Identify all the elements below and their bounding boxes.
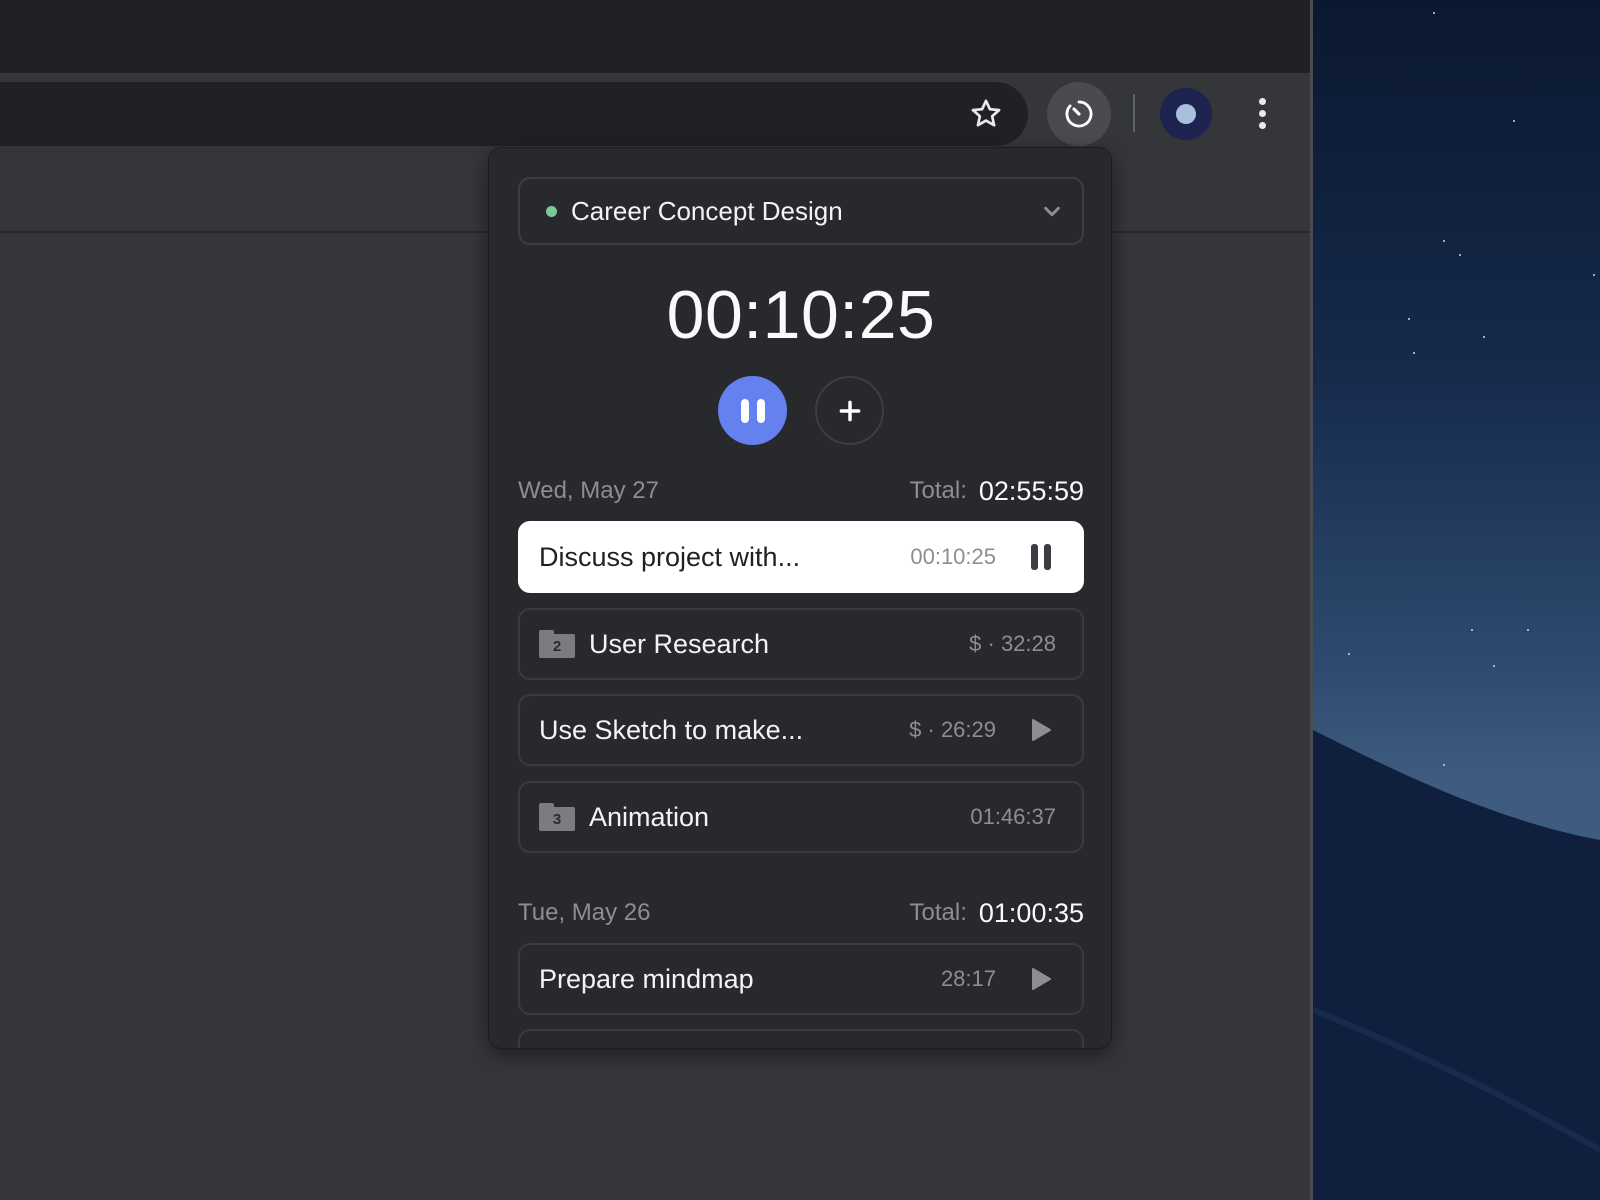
entry-pause-button[interactable]: [1026, 542, 1056, 572]
chevron-down-icon: [1040, 199, 1064, 223]
entry-title: Prepare mindmap: [539, 963, 754, 994]
project-name: Career Concept Design: [571, 195, 843, 226]
time-entry[interactable]: Use Sketch to make... $ · 26:29: [518, 694, 1084, 766]
day-total-value: 01:00:35: [978, 897, 1084, 928]
pause-icon: [1031, 544, 1051, 570]
entry-time: $ · 32:28: [969, 631, 1056, 656]
timer-popup: Career Concept Design 00:10:25 Wed, May …: [488, 147, 1112, 1049]
time-entry-active[interactable]: Discuss project with... 00:10:25: [518, 521, 1084, 593]
pause-icon: [740, 398, 749, 423]
profile-avatar[interactable]: [1160, 88, 1212, 140]
browser-menu-icon[interactable]: [1250, 91, 1274, 135]
tab-strip: [0, 0, 1310, 73]
time-entry-group[interactable]: 3 Animation 01:46:37: [518, 781, 1084, 853]
day-total-label: Total:: [909, 899, 967, 926]
play-icon: [1032, 968, 1051, 990]
folder-icon: 2: [539, 630, 575, 658]
timer-extension-button[interactable]: [1047, 82, 1111, 146]
play-icon: [1032, 719, 1051, 741]
project-selector[interactable]: Career Concept Design: [518, 177, 1084, 245]
day-total-label: Total:: [909, 477, 967, 504]
day-header: Wed, May 27 Total: 02:55:59: [518, 474, 1084, 508]
entry-time: 01:46:37: [970, 804, 1056, 829]
entry-title: Animation: [589, 801, 710, 832]
day-header: Tue, May 26 Total: 01:00:35: [518, 896, 1084, 930]
stopwatch-icon: [1065, 100, 1093, 128]
entry-title: User Research: [589, 628, 770, 659]
entry-play-button[interactable]: [1026, 964, 1056, 994]
bookmark-star-icon[interactable]: [966, 94, 1006, 134]
plus-icon: [839, 400, 860, 421]
desktop-wallpaper: [1313, 0, 1600, 1200]
timer-display: 00:10:25: [666, 277, 936, 353]
time-entry-group[interactable]: 2 User Research $ · 32:28: [518, 608, 1084, 680]
time-entry-partial[interactable]: [518, 1029, 1084, 1048]
add-entry-button[interactable]: [815, 376, 884, 445]
entry-time: 28:17: [940, 966, 996, 991]
day-date: Wed, May 27: [518, 477, 659, 504]
day-date: Tue, May 26: [518, 899, 651, 926]
browser-toolbar: [0, 73, 1310, 147]
folder-icon: 3: [539, 803, 575, 831]
address-bar[interactable]: [0, 82, 1028, 146]
toolbar-divider: [1133, 94, 1135, 132]
pause-timer-button[interactable]: [718, 376, 787, 445]
entry-time: 00:10:25: [910, 544, 996, 569]
time-entry[interactable]: Prepare mindmap 28:17: [518, 943, 1084, 1015]
project-status-dot: [546, 205, 557, 217]
day-total-value: 02:55:59: [978, 475, 1084, 506]
entry-time: $ · 26:29: [909, 717, 996, 742]
entry-title: Discuss project with...: [539, 541, 801, 572]
entry-play-button[interactable]: [1026, 715, 1056, 745]
entry-title: Use Sketch to make...: [539, 714, 804, 745]
